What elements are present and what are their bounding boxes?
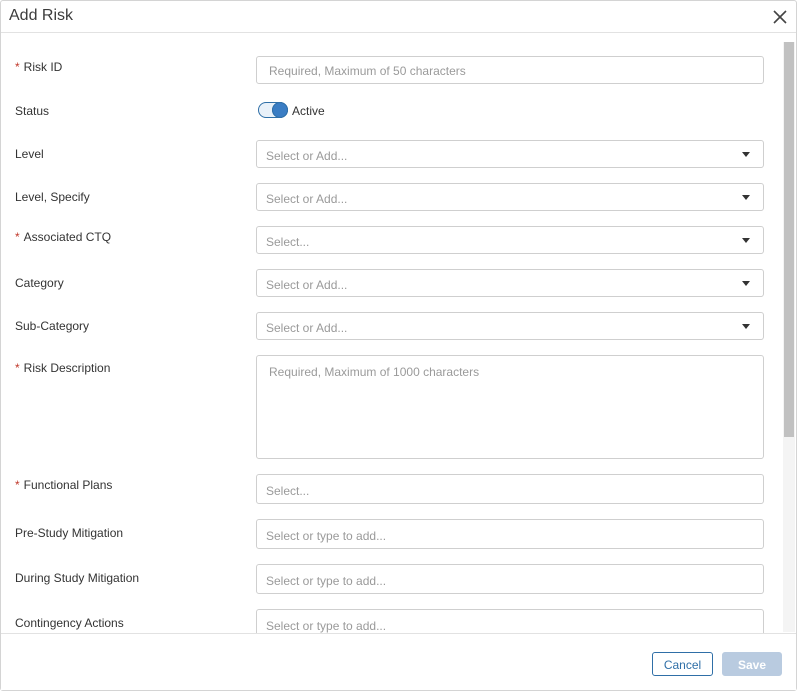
level-specify-select[interactable]: Select or Add... <box>256 183 764 211</box>
during-study-mitigation-label: During Study Mitigation <box>15 571 140 585</box>
during-study-mitigation-placeholder: Select or type to add... <box>266 574 387 588</box>
category-select[interactable]: Select or Add... <box>256 269 764 297</box>
add-risk-dialog: Add Risk * Risk ID Required, Maximum of 5… <box>0 0 797 691</box>
sub-category-placeholder: Select or Add... <box>266 321 348 335</box>
required-marker: * <box>15 230 20 244</box>
dialog-header: Add Risk <box>1 1 796 33</box>
pre-study-mitigation-placeholder: Select or type to add... <box>266 529 387 543</box>
status-toggle-label: Active <box>292 104 325 118</box>
chevron-down-icon <box>742 281 750 286</box>
chevron-down-icon <box>742 238 750 243</box>
scrollbar-thumb[interactable] <box>784 42 794 437</box>
risk-id-input[interactable]: Required, Maximum of 50 characters <box>256 56 764 84</box>
dialog-title: Add Risk <box>9 7 74 24</box>
level-label: Level <box>15 147 44 161</box>
save-button[interactable]: Save <box>722 652 782 676</box>
sub-category-label: Sub-Category <box>15 319 90 333</box>
toggle-knob <box>272 102 288 118</box>
pre-study-mitigation-select[interactable]: Select or type to add... <box>256 519 764 549</box>
contingency-actions-select[interactable]: Select or type to add... <box>256 609 764 633</box>
pre-study-mitigation-label: Pre-Study Mitigation <box>15 526 124 540</box>
level-specify-placeholder: Select or Add... <box>266 192 348 206</box>
contingency-actions-placeholder: Select or type to add... <box>266 619 387 633</box>
chevron-down-icon <box>742 195 750 200</box>
category-placeholder: Select or Add... <box>266 278 348 292</box>
associated-ctq-select[interactable]: Select... <box>256 226 764 254</box>
level-select[interactable]: Select or Add... <box>256 140 764 168</box>
required-marker: * <box>15 478 20 492</box>
functional-plans-label: * Functional Plans <box>15 478 113 492</box>
dialog-footer: Cancel Save <box>1 633 796 690</box>
risk-description-label: * Risk Description <box>15 361 111 375</box>
risk-description-textarea[interactable]: Required, Maximum of 1000 characters <box>256 355 764 459</box>
during-study-mitigation-select[interactable]: Select or type to add... <box>256 564 764 594</box>
level-placeholder: Select or Add... <box>266 149 348 163</box>
risk-id-label: * Risk ID <box>15 60 63 74</box>
risk-id-placeholder: Required, Maximum of 50 characters <box>269 64 466 78</box>
dialog-body: * Risk ID Required, Maximum of 50 charact… <box>1 33 796 633</box>
functional-plans-select[interactable]: Select... <box>256 474 764 504</box>
chevron-down-icon <box>742 152 750 157</box>
sub-category-select[interactable]: Select or Add... <box>256 312 764 340</box>
status-toggle[interactable] <box>258 102 288 118</box>
close-icon[interactable] <box>772 9 788 25</box>
associated-ctq-placeholder: Select... <box>266 235 310 249</box>
contingency-actions-label: Contingency Actions <box>15 616 124 630</box>
category-label: Category <box>15 276 64 290</box>
chevron-down-icon <box>742 324 750 329</box>
required-marker: * <box>15 361 20 375</box>
required-marker: * <box>15 60 20 74</box>
level-specify-label: Level, Specify <box>15 190 90 204</box>
status-label: Status <box>15 104 50 118</box>
risk-description-placeholder: Required, Maximum of 1000 characters <box>269 365 480 379</box>
functional-plans-placeholder: Select... <box>266 484 310 498</box>
associated-ctq-label: * Associated CTQ <box>15 230 112 244</box>
cancel-button[interactable]: Cancel <box>652 652 713 676</box>
